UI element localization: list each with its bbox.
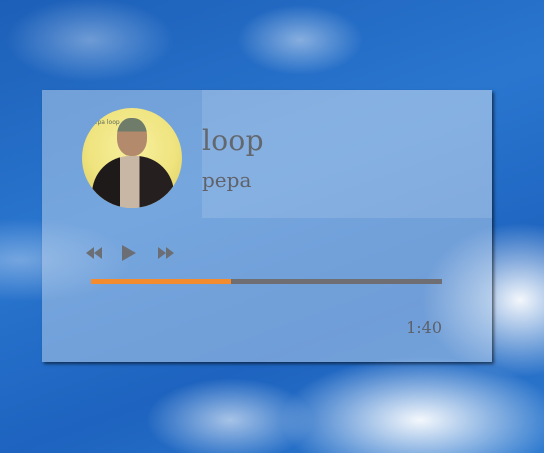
cover-caption: pepa loop xyxy=(90,119,120,126)
progress-fill xyxy=(91,279,232,284)
previous-button[interactable] xyxy=(86,247,102,259)
track-title: loop xyxy=(202,124,264,157)
cover-figure-head xyxy=(117,118,147,156)
play-icon xyxy=(122,245,136,261)
playback-controls xyxy=(86,242,174,264)
music-player: pepa loop loop pepa 1:40 xyxy=(42,90,492,362)
progress-bar[interactable] xyxy=(91,279,442,284)
next-button[interactable] xyxy=(158,247,174,259)
track-artist: pepa xyxy=(202,168,252,192)
elapsed-time: 1:40 xyxy=(406,318,442,337)
fast-forward-icon xyxy=(158,247,174,259)
cover-figure-body xyxy=(92,156,174,208)
play-button[interactable] xyxy=(122,245,136,261)
album-cover: pepa loop xyxy=(82,108,182,208)
rewind-icon xyxy=(86,247,102,259)
